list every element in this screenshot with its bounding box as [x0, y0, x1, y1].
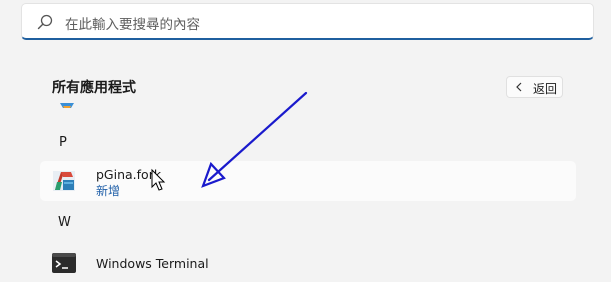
- back-button[interactable]: 返回: [506, 76, 563, 98]
- search-icon: [37, 14, 53, 30]
- app-name: Windows Terminal: [96, 256, 209, 271]
- letter-header-p[interactable]: P: [59, 135, 67, 150]
- chevron-left-icon: [516, 82, 522, 92]
- search-box[interactable]: 在此輸入要搜尋的內容: [21, 3, 594, 40]
- app-new-badge: 新增: [96, 184, 121, 198]
- partial-app-icon: [60, 103, 74, 108]
- pgina-app-icon: [53, 171, 75, 191]
- letter-header-w[interactable]: W: [58, 215, 71, 230]
- back-button-label: 返回: [533, 82, 558, 96]
- start-menu-all-apps: 在此輸入要搜尋的內容 所有應用程式 返回 P pGina.fork 新增 W W…: [0, 0, 611, 282]
- app-item-windows-terminal[interactable]: Windows Terminal: [40, 243, 576, 282]
- section-title: 所有應用程式: [52, 80, 136, 96]
- annotation-overlay: [151, 91, 308, 191]
- terminal-app-icon: [52, 253, 76, 273]
- app-name: pGina.fork: [96, 167, 162, 182]
- search-placeholder[interactable]: 在此輸入要搜尋的內容: [65, 13, 200, 33]
- app-item-pgina-fork[interactable]: pGina.fork 新增: [40, 161, 576, 201]
